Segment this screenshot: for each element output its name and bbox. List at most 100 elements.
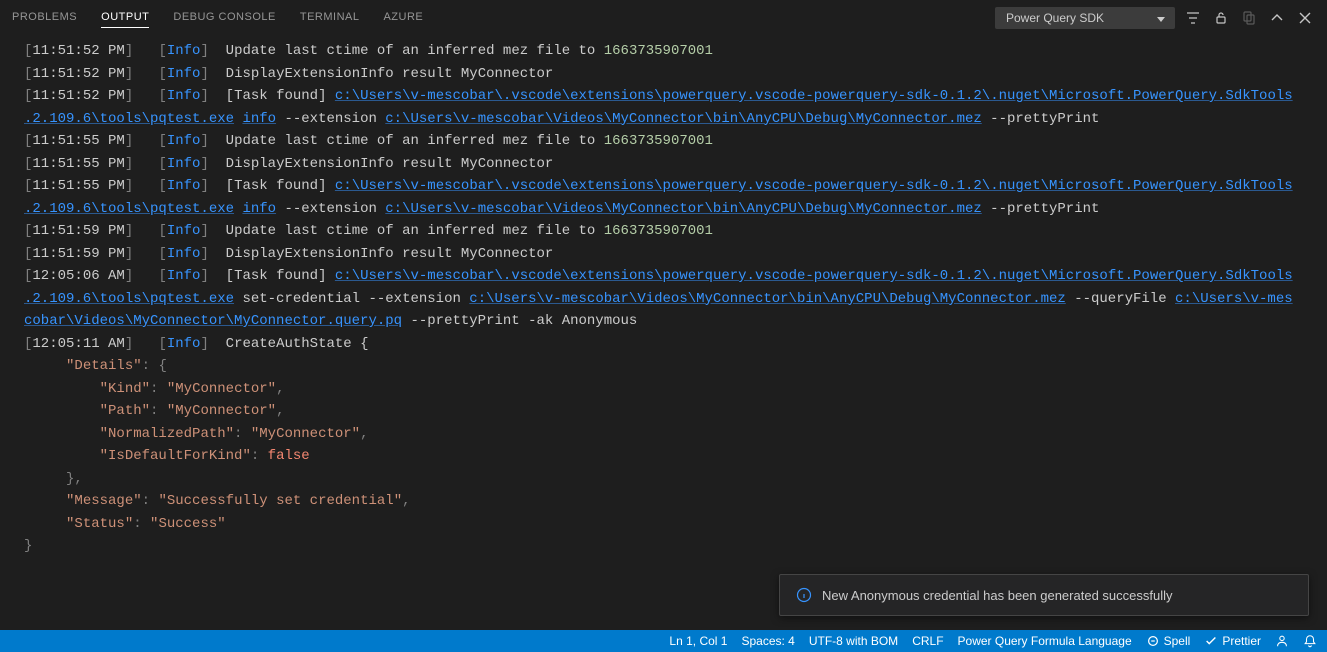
json-punct: :	[150, 381, 167, 397]
notification-toast[interactable]: New Anonymous credential has been genera…	[779, 574, 1309, 616]
log-punct: ]	[125, 156, 159, 172]
log-level: Info	[167, 43, 201, 59]
log-level: Info	[167, 336, 201, 352]
log-punct: ]	[125, 178, 159, 194]
log-timestamp: 11:51:52 PM	[32, 88, 124, 104]
log-timestamp: 11:51:52 PM	[32, 43, 124, 59]
log-punct: [	[158, 88, 166, 104]
log-arg: --extension	[276, 111, 385, 127]
tab-terminal[interactable]: TERMINAL	[300, 7, 360, 28]
log-line: .2.109.6\tools\pqtest.exe info --extensi…	[24, 198, 1303, 221]
status-eol[interactable]: CRLF	[912, 634, 943, 648]
log-punct: [	[158, 246, 166, 262]
log-path-link[interactable]: .2.109.6\tools\pqtest.exe	[24, 111, 234, 127]
log-level: Info	[167, 178, 201, 194]
json-punct: :	[133, 516, 150, 532]
log-level: Info	[167, 246, 201, 262]
json-indent	[24, 381, 100, 397]
status-bell[interactable]	[1303, 634, 1317, 648]
json-punct: :	[251, 448, 268, 464]
panel-header: PROBLEMS OUTPUT DEBUG CONSOLE TERMINAL A…	[0, 0, 1327, 36]
tab-output[interactable]: OUTPUT	[101, 7, 149, 28]
log-punct: [	[158, 156, 166, 172]
tab-azure[interactable]: AZURE	[383, 7, 423, 28]
json-line: },	[24, 468, 1303, 491]
filter-icon[interactable]	[1183, 8, 1203, 28]
json-key: "Message"	[66, 493, 142, 509]
log-punct: ]	[200, 43, 225, 59]
bell-icon	[1303, 634, 1317, 648]
json-str: "Success"	[150, 516, 226, 532]
log-punct: ]	[200, 156, 225, 172]
log-punct: [	[158, 336, 166, 352]
status-spell[interactable]: Spell	[1146, 634, 1191, 648]
log-timestamp: 12:05:06 AM	[32, 268, 124, 284]
info-icon	[796, 587, 812, 603]
status-spaces[interactable]: Spaces: 4	[741, 634, 794, 648]
lock-icon[interactable]	[1211, 8, 1231, 28]
log-path-link[interactable]: c:\Users\v-mescobar\Videos\MyConnector\b…	[385, 111, 982, 127]
log-punct: ]	[125, 66, 159, 82]
json-punct: :	[234, 426, 251, 442]
json-punct: ,	[402, 493, 410, 509]
json-key: "Path"	[100, 403, 150, 419]
log-punct: ]	[200, 223, 225, 239]
json-key: "NormalizedPath"	[100, 426, 234, 442]
clear-icon[interactable]	[1239, 8, 1259, 28]
log-punct: ]	[125, 336, 159, 352]
json-key: "Status"	[66, 516, 133, 532]
log-path-link[interactable]: c:\Users\v-mescobar\.vscode\extensions\p…	[335, 268, 1293, 284]
output-content[interactable]: [11:51:52 PM] [Info] Update last ctime o…	[0, 36, 1327, 624]
log-text: Update last ctime of an inferred mez fil…	[226, 133, 604, 149]
log-path-link[interactable]: cobar\Videos\MyConnector\MyConnector.que…	[24, 313, 402, 329]
person-icon	[1275, 634, 1289, 648]
log-arg: --prettyPrint -ak Anonymous	[402, 313, 637, 329]
log-level: Info	[167, 66, 201, 82]
json-false: false	[268, 448, 310, 464]
log-path-link[interactable]: info	[242, 111, 276, 127]
log-path-link[interactable]: .2.109.6\tools\pqtest.exe	[24, 291, 234, 307]
tab-problems[interactable]: PROBLEMS	[12, 7, 77, 28]
log-line: .2.109.6\tools\pqtest.exe info --extensi…	[24, 108, 1303, 131]
log-path-link[interactable]: c:\Users\v-mescobar\.vscode\extensions\p…	[335, 178, 1293, 194]
log-punct: ]	[125, 43, 159, 59]
status-feedback[interactable]	[1275, 634, 1289, 648]
log-arg: --extension	[276, 201, 385, 217]
log-path-link[interactable]: c:\Users\v-mescobar\Videos\MyConnector\b…	[385, 201, 982, 217]
log-line: [12:05:06 AM] [Info] [Task found] c:\Use…	[24, 265, 1303, 288]
json-line: "Path": "MyConnector",	[24, 400, 1303, 423]
json-punct: ,	[276, 381, 284, 397]
log-path-link[interactable]: .2.109.6\tools\pqtest.exe	[24, 201, 234, 217]
log-line: [11:51:55 PM] [Info] [Task found] c:\Use…	[24, 175, 1303, 198]
log-number: 1663735907001	[604, 133, 713, 149]
close-icon[interactable]	[1295, 8, 1315, 28]
log-punct: [	[158, 178, 166, 194]
json-line: "NormalizedPath": "MyConnector",	[24, 423, 1303, 446]
log-line: cobar\Videos\MyConnector\MyConnector.que…	[24, 310, 1303, 333]
log-punct: ]	[125, 133, 159, 149]
chevron-up-icon[interactable]	[1267, 8, 1287, 28]
log-line: .2.109.6\tools\pqtest.exe set-credential…	[24, 288, 1303, 311]
status-language[interactable]: Power Query Formula Language	[958, 634, 1132, 648]
log-punct: ]	[200, 66, 225, 82]
log-path-link[interactable]: c:\Users\v-mes	[1175, 291, 1293, 307]
log-path-link[interactable]: c:\Users\v-mescobar\.vscode\extensions\p…	[335, 88, 1293, 104]
status-prettier[interactable]: Prettier	[1204, 634, 1261, 648]
json-punct: ,	[276, 403, 284, 419]
output-channel-dropdown[interactable]: Power Query SDK	[995, 7, 1175, 29]
log-punct: ]	[200, 133, 225, 149]
log-line: [11:51:59 PM] [Info] DisplayExtensionInf…	[24, 243, 1303, 266]
log-punct: ]	[200, 178, 225, 194]
json-punct: }	[24, 538, 32, 554]
log-timestamp: 11:51:52 PM	[32, 66, 124, 82]
json-indent	[24, 426, 100, 442]
log-path-link[interactable]: c:\Users\v-mescobar\Videos\MyConnector\b…	[469, 291, 1066, 307]
log-timestamp: 11:51:59 PM	[32, 246, 124, 262]
log-punct: [	[158, 43, 166, 59]
json-str: "MyConnector"	[167, 403, 276, 419]
status-cursor[interactable]: Ln 1, Col 1	[669, 634, 727, 648]
log-path-link[interactable]: info	[242, 201, 276, 217]
json-str: "MyConnector"	[167, 381, 276, 397]
status-encoding[interactable]: UTF-8 with BOM	[809, 634, 898, 648]
tab-debug-console[interactable]: DEBUG CONSOLE	[173, 7, 275, 28]
